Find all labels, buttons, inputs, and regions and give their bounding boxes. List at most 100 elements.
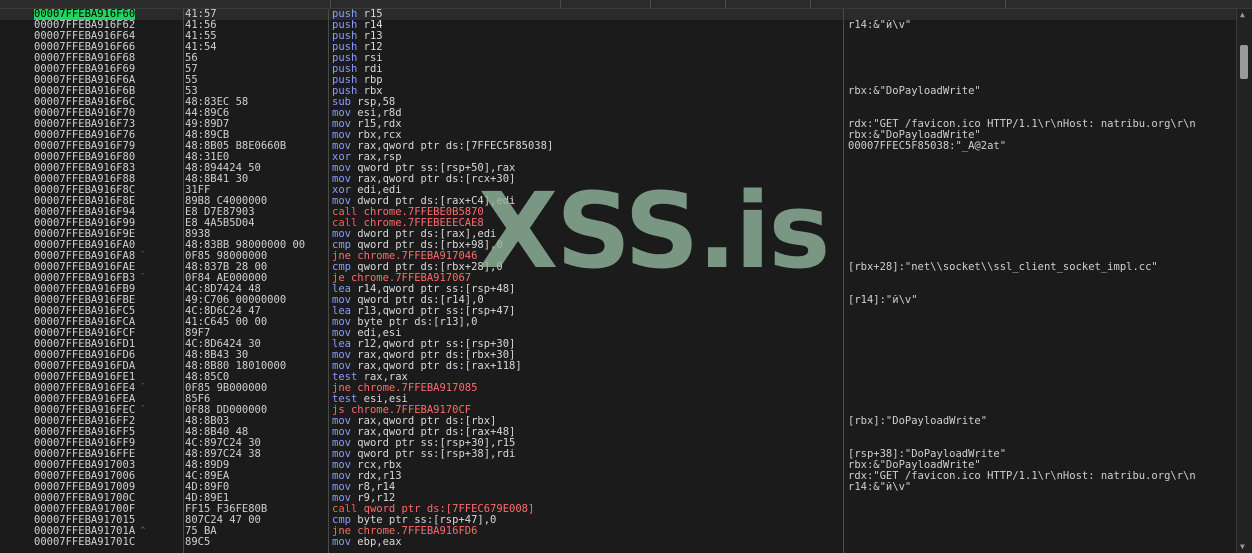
bytes-cell[interactable]: 48:83BB 98000000 00 bbox=[185, 240, 327, 251]
disasm-row[interactable]: 00007FFEBA916F99 E8 4A5B5D04 call chrome.7… bbox=[0, 218, 1236, 229]
instruction-cell[interactable]: mov edi,esi bbox=[332, 328, 840, 339]
disasm-row[interactable]: 00007FFEBA916FDA 48:8B80 18010000 mov rax,… bbox=[0, 361, 1236, 372]
instruction-cell[interactable]: mov esi,r8d bbox=[332, 108, 840, 119]
bytes-cell[interactable]: 8938 bbox=[185, 229, 327, 240]
disasm-row[interactable]: ---00007FFEBA91701A^75 BAjne chrome.7FFE… bbox=[0, 526, 1236, 537]
disasm-row[interactable]: 00007FFEBA916FF2 48:8B03 mov rax,qword ptr… bbox=[0, 416, 1236, 427]
disasm-row[interactable]: 00007FFEBA917006 4C:89EA mov rdx,r13 rdx:"G… bbox=[0, 471, 1236, 482]
disasm-row[interactable]: 00007FFEBA916F80 48:31E0 xor rax,rsp bbox=[0, 152, 1236, 163]
address-cell[interactable]: 00007FFEBA916F76 bbox=[34, 130, 184, 141]
bytes-cell[interactable]: 4D:89F0 bbox=[185, 482, 327, 493]
disasm-row[interactable]: 00007FFEBA916FB9 4C:8D7424 48 lea r14,qwor… bbox=[0, 284, 1236, 295]
bytes-cell[interactable]: 48:8B43 30 bbox=[185, 350, 327, 361]
address-cell[interactable]: 00007FFEBA916FB3 bbox=[34, 273, 184, 284]
instruction-cell[interactable]: jne chrome.7FFEBA917085 bbox=[332, 383, 840, 394]
bytes-cell[interactable]: 48:89CB bbox=[185, 130, 327, 141]
disasm-row[interactable]: 00007FFEBA917003 48:89D9 mov rcx,rbx rbx:&"… bbox=[0, 460, 1236, 471]
instruction-cell[interactable]: push r14 bbox=[332, 20, 840, 31]
disasm-row[interactable]: ---00007FFEBA916FE4ˇ0F85 9B000000jne chr… bbox=[0, 383, 1236, 394]
bytes-cell[interactable]: 48:8B41 30 bbox=[185, 174, 327, 185]
address-cell[interactable]: 00007FFEBA916FD6 bbox=[34, 350, 184, 361]
instruction-cell[interactable]: test esi,esi bbox=[332, 394, 840, 405]
bytes-cell[interactable]: 89C5 bbox=[185, 537, 327, 548]
instruction-cell[interactable]: mov r15,rdx bbox=[332, 119, 840, 130]
disasm-row[interactable]: 00007FFEBA916FCA 41:C645 00 00 mov byte pt… bbox=[0, 317, 1236, 328]
address-cell[interactable]: 00007FFEBA916FF2 bbox=[34, 416, 184, 427]
disasm-row[interactable]: 00007FFEBA916F73 49:89D7 mov r15,rdx rdx:"G… bbox=[0, 119, 1236, 130]
comment-cell[interactable]: [rbx]:"DoPayloadWrite" bbox=[848, 416, 1236, 427]
bytes-cell[interactable]: 4D:89E1 bbox=[185, 493, 327, 504]
instruction-cell[interactable]: push r13 bbox=[332, 31, 840, 42]
comment-cell[interactable]: [rbx+28]:"net\\socket\\ssl_client_socket… bbox=[848, 262, 1236, 273]
instruction-cell[interactable]: call chrome.7FFEBE0B5870 bbox=[332, 207, 840, 218]
instruction-cell[interactable]: mov rbx,rcx bbox=[332, 130, 840, 141]
disasm-row[interactable]: 00007FFEBA916F64 41:55 push r13 bbox=[0, 31, 1236, 42]
bytes-cell[interactable]: 48:8B05 B8E0660B bbox=[185, 141, 327, 152]
disasm-row[interactable]: ---00007FFEBA916FA8ˇ0F85 98000000jne chr… bbox=[0, 251, 1236, 262]
address-cell[interactable]: 00007FFEBA916F79 bbox=[34, 141, 184, 152]
instruction-cell[interactable]: mov rax,qword ptr ds:[rax+118] bbox=[332, 361, 840, 372]
bytes-cell[interactable]: 0F88 DD000000 bbox=[185, 405, 327, 416]
scroll-up-icon[interactable]: ▲ bbox=[1240, 11, 1248, 19]
bytes-cell[interactable]: E8 D7E87903 bbox=[185, 207, 327, 218]
address-cell[interactable]: 00007FFEBA916FA0 bbox=[34, 240, 184, 251]
bytes-cell[interactable]: 48:897C24 38 bbox=[185, 449, 327, 460]
disasm-row[interactable]: 00007FFEBA916F68 56 push rsi bbox=[0, 53, 1236, 64]
instruction-cell[interactable]: cmp qword ptr ds:[rbx+28],0 bbox=[332, 262, 840, 273]
bytes-cell[interactable]: 48:894424 50 bbox=[185, 163, 327, 174]
instruction-cell[interactable]: push r15 bbox=[332, 9, 840, 20]
instruction-cell[interactable]: mov byte ptr ds:[r13],0 bbox=[332, 317, 840, 328]
disasm-row[interactable]: 00007FFEBA916FAE 48:837B 28 00 cmp qword p… bbox=[0, 262, 1236, 273]
disasm-row[interactable]: 00007FFEBA916F94 E8 D7E87903 call chrome.7… bbox=[0, 207, 1236, 218]
instruction-cell[interactable]: push rdi bbox=[332, 64, 840, 75]
disasm-row[interactable]: 00007FFEBA91700C 4D:89E1 mov r9,r12 bbox=[0, 493, 1236, 504]
address-cell[interactable]: 00007FFEBA91700C bbox=[34, 493, 184, 504]
address-cell[interactable]: 00007FFEBA916F8C bbox=[34, 185, 184, 196]
disasm-row[interactable]: 00007FFEBA916FFE 48:897C24 38 mov qword pt… bbox=[0, 449, 1236, 460]
instruction-cell[interactable]: jne chrome.7FFEBA917046 bbox=[332, 251, 840, 262]
instruction-cell[interactable]: cmp byte ptr ss:[rsp+47],0 bbox=[332, 515, 840, 526]
address-cell[interactable]: 00007FFEBA916FD1 bbox=[34, 339, 184, 350]
instruction-cell[interactable]: mov rax,qword ptr ds:[rbx+30] bbox=[332, 350, 840, 361]
bytes-cell[interactable]: 48:85C0 bbox=[185, 372, 327, 383]
address-cell[interactable]: 00007FFEBA916F83 bbox=[34, 163, 184, 174]
instruction-cell[interactable]: mov rax,qword ptr ds:[rbx] bbox=[332, 416, 840, 427]
bytes-cell[interactable]: 4C:8D6424 30 bbox=[185, 339, 327, 350]
bytes-cell[interactable]: 41:57 bbox=[185, 9, 327, 20]
address-cell[interactable]: 00007FFEBA916FE1 bbox=[34, 372, 184, 383]
comment-cell[interactable]: 00007FFEC5F85038:"_A@2at" bbox=[848, 141, 1236, 152]
disasm-row[interactable]: 00007FFEBA916F62 41:56 push r14 r14:&"й\v" bbox=[0, 20, 1236, 31]
instruction-cell[interactable]: cmp qword ptr ds:[rbx+98],0 bbox=[332, 240, 840, 251]
bytes-cell[interactable]: 31FF bbox=[185, 185, 327, 196]
instruction-cell[interactable]: push rbp bbox=[332, 75, 840, 86]
bytes-cell[interactable]: 41:56 bbox=[185, 20, 327, 31]
disasm-row[interactable]: 00007FFEBA916F6B 53 push rbx rbx:&"DoPayloa… bbox=[0, 86, 1236, 97]
address-cell[interactable]: 00007FFEBA916F99 bbox=[34, 218, 184, 229]
address-cell[interactable]: 00007FFEBA916FCF bbox=[34, 328, 184, 339]
disasm-row[interactable]: 00007FFEBA916F70 44:89C6 mov esi,r8d bbox=[0, 108, 1236, 119]
disasm-row[interactable]: 00007FFEBA916FC5 4C:8D6C24 47 lea r13,qwor… bbox=[0, 306, 1236, 317]
address-cell[interactable]: 00007FFEBA916F62 bbox=[34, 20, 184, 31]
disasm-row[interactable]: →00007FFEBA916F6041:57push r15 bbox=[0, 9, 1236, 20]
address-cell[interactable]: 00007FFEBA916F70 bbox=[34, 108, 184, 119]
address-cell[interactable]: 00007FFEBA91701A bbox=[34, 526, 184, 537]
comment-cell[interactable]: rbx:&"DoPayloadWrite" bbox=[848, 130, 1236, 141]
bytes-cell[interactable]: 807C24 47 00 bbox=[185, 515, 327, 526]
instruction-cell[interactable]: mov qword ptr ss:[rsp+38],rdi bbox=[332, 449, 840, 460]
disasm-row[interactable]: 00007FFEBA916F8E 89B8 C4000000 mov dword p… bbox=[0, 196, 1236, 207]
instruction-cell[interactable]: call chrome.7FFEBEEECAE8 bbox=[332, 218, 840, 229]
address-cell[interactable]: 00007FFEBA916F94 bbox=[34, 207, 184, 218]
instruction-cell[interactable]: push rbx bbox=[332, 86, 840, 97]
address-cell[interactable]: 00007FFEBA916F69 bbox=[34, 64, 184, 75]
disasm-row[interactable]: 00007FFEBA91700F FF15 F36FE80B call qword … bbox=[0, 504, 1236, 515]
instruction-cell[interactable]: mov rax,qword ptr ds:[rcx+30] bbox=[332, 174, 840, 185]
address-cell[interactable]: 00007FFEBA916FCA bbox=[34, 317, 184, 328]
address-cell[interactable]: 00007FFEBA917006 bbox=[34, 471, 184, 482]
bytes-cell[interactable]: 48:8B40 48 bbox=[185, 427, 327, 438]
comment-cell[interactable]: [r14]:"й\v" bbox=[848, 295, 1236, 306]
instruction-cell[interactable]: mov ebp,eax bbox=[332, 537, 840, 548]
instruction-cell[interactable]: jne chrome.7FFEBA916FD6 bbox=[332, 526, 840, 537]
bytes-cell[interactable]: 0F85 9B000000 bbox=[185, 383, 327, 394]
disasm-row[interactable]: ---00007FFEBA916FB3ˇ0F84 AE000000je chro… bbox=[0, 273, 1236, 284]
instruction-cell[interactable]: xor edi,edi bbox=[332, 185, 840, 196]
